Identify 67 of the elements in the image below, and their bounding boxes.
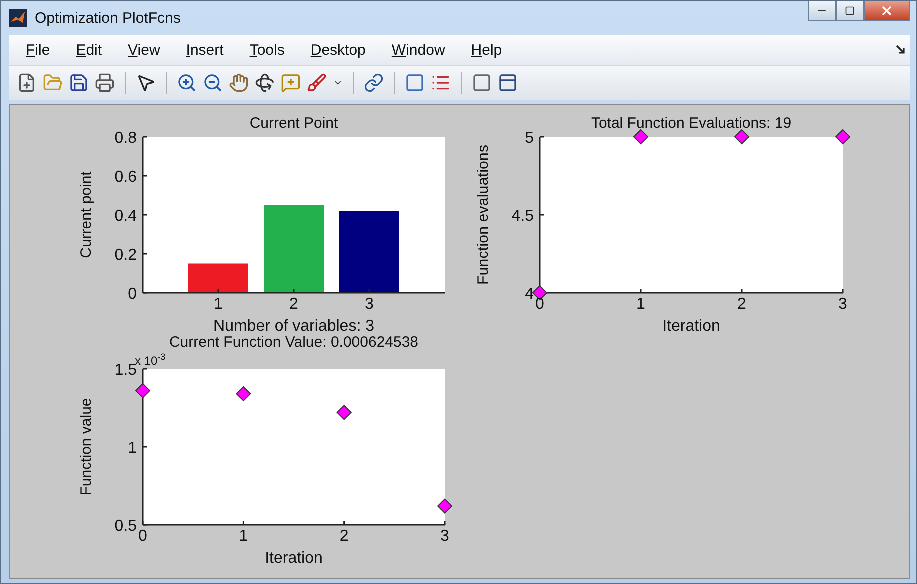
y-tick-label: 4 (525, 286, 534, 303)
data-point (236, 386, 252, 402)
dock-arrow-icon (896, 45, 906, 55)
y-tick-label: 0.8 (114, 130, 137, 147)
printer-icon[interactable] (95, 73, 115, 93)
link-icon[interactable] (364, 73, 384, 93)
pointer-icon[interactable] (136, 73, 156, 93)
maximize-icon (845, 6, 855, 16)
data-point (437, 498, 453, 514)
save-icon[interactable] (69, 73, 89, 93)
x-tick-label: 3 (440, 528, 450, 545)
menu-item[interactable]: Window (378, 42, 458, 58)
x-axis-label: Number of variables: 3 (214, 318, 374, 335)
maximize-button[interactable] (836, 1, 864, 21)
chart-title: Current Point (250, 115, 338, 132)
x-tick-label: 1 (214, 296, 223, 313)
menu-item[interactable]: View (115, 42, 174, 58)
window-icon[interactable] (498, 73, 518, 93)
chart-title: Current Function Value: 0.000624538 (169, 334, 419, 351)
rotate-icon[interactable] (255, 73, 275, 93)
y-axis-label: Function value (78, 398, 95, 496)
y-tick-label: 1.5 (114, 362, 137, 379)
x-tick-label: 1 (239, 528, 248, 545)
y-axis-label: Current point (78, 172, 95, 258)
new-file-icon[interactable] (17, 73, 37, 93)
square-icon[interactable] (472, 73, 492, 93)
zoom-out-icon[interactable] (203, 73, 223, 93)
x-tick-label: 3 (838, 296, 848, 313)
data-point (835, 129, 851, 145)
y-tick-label: 0 (128, 286, 137, 303)
menu-item[interactable]: Tools (236, 42, 298, 58)
data-point (336, 404, 352, 420)
y-axis-label: Function evaluations (475, 145, 492, 285)
x-tick-label: 2 (290, 296, 298, 313)
y-tick-label: 4.5 (512, 208, 534, 225)
menu-item[interactable]: File (13, 42, 64, 58)
x-axis-label: Iteration (662, 318, 720, 335)
brush-icon[interactable] (307, 73, 327, 93)
y-tick-label: 5 (525, 130, 534, 147)
menu-item[interactable]: Desktop (298, 42, 379, 58)
x-tick-label: 0 (138, 528, 148, 545)
y-tick-label: 0.6 (114, 169, 137, 186)
close-icon (880, 4, 894, 18)
minimize-button[interactable] (808, 1, 836, 21)
x-tick-label: 3 (365, 296, 374, 313)
app-logo-icon (9, 9, 27, 27)
y-tick-label: 0.4 (114, 208, 137, 225)
x-tick-label: 2 (340, 528, 349, 545)
hand-icon[interactable] (229, 73, 249, 93)
menu-item[interactable]: Insert (173, 42, 237, 58)
data-point (135, 383, 151, 399)
x-tick-label: 1 (636, 296, 646, 313)
y-tick-label: 0.5 (114, 518, 137, 535)
window-title: Optimization PlotFcns (35, 10, 181, 26)
data-point (633, 129, 649, 145)
y-tick-label: 1 (128, 440, 137, 457)
x-tick-label: 0 (536, 296, 544, 313)
menu-item[interactable]: Edit (63, 42, 116, 58)
x-axis-label: Iteration (265, 550, 323, 567)
y-tick-label: 0.2 (114, 247, 137, 264)
x-tick-label: 2 (738, 296, 746, 313)
axis-exponent: x 10$^{-3}$ (135, 352, 166, 368)
close-button[interactable] (864, 1, 910, 21)
chart-title: Total Function Evaluations: 19 (591, 115, 792, 132)
zoom-in-icon[interactable] (177, 73, 197, 93)
menu-item[interactable]: Help (458, 42, 516, 58)
data-point (734, 129, 750, 145)
